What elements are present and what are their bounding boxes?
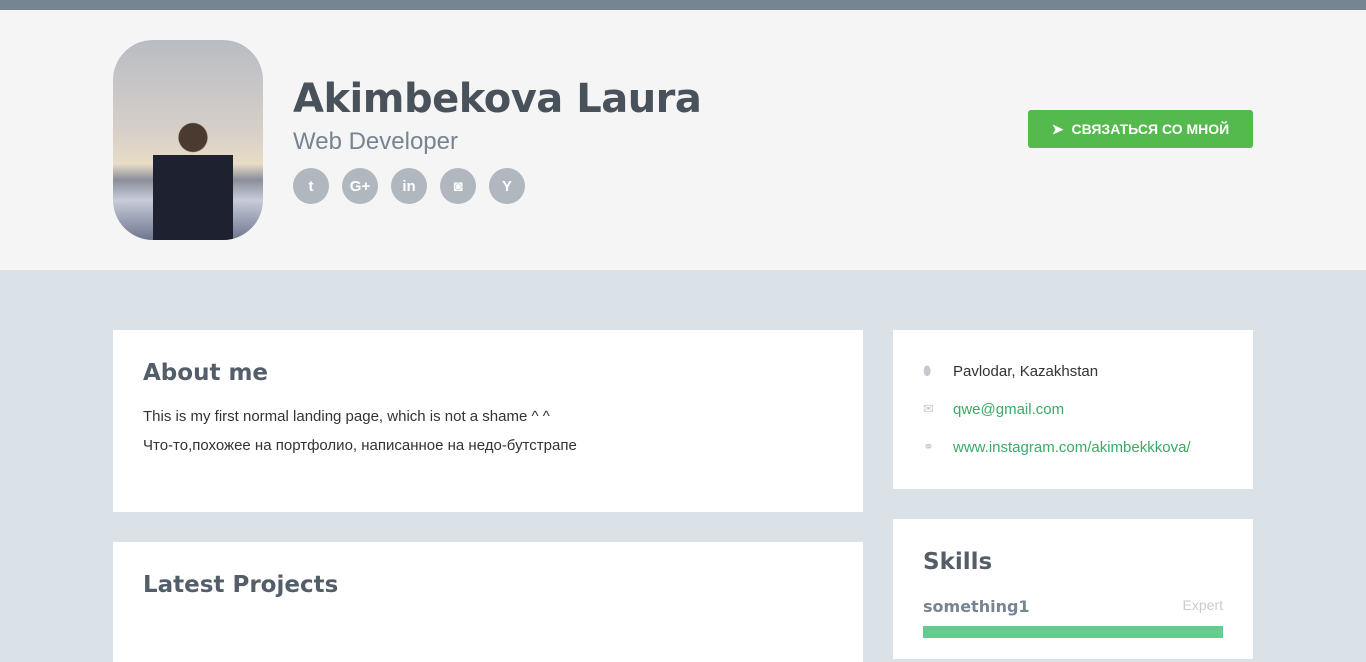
link-icon: ⚭ — [923, 439, 934, 454]
skills-card: Skills something1 Expert — [893, 519, 1253, 659]
about-card: About me This is my first normal landing… — [113, 330, 863, 512]
email-row: ✉ qwe@gmail.com — [923, 390, 1223, 428]
profile-title: Web Developer — [293, 128, 458, 155]
contact-button-label: СВЯЗАТЬСЯ СО МНОЙ — [1071, 121, 1230, 137]
profile-name: Akimbekova Laura — [293, 76, 702, 122]
about-line: Что-то,похожее на портфолио, написанное … — [143, 437, 577, 454]
github-icon[interactable]: ◙ — [440, 168, 476, 204]
skills-heading: Skills — [923, 549, 993, 575]
linkedin-icon[interactable]: in — [391, 168, 427, 204]
social-links: t G+ in ◙ Y — [293, 168, 525, 204]
email-link[interactable]: qwe@gmail.com — [953, 401, 1064, 418]
website-row: ⚭ www.instagram.com/akimbekkkova/ — [923, 428, 1223, 466]
profile-photo — [113, 40, 263, 240]
envelope-icon: ✉ — [923, 401, 934, 416]
info-card: ⬮ Pavlodar, Kazakhstan ✉ qwe@gmail.com ⚭… — [893, 330, 1253, 489]
location-text: Pavlodar, Kazakhstan — [953, 362, 1099, 380]
paper-plane-icon: ➤ — [1051, 120, 1064, 137]
twitter-icon[interactable]: t — [293, 168, 329, 204]
profile-header: Akimbekova Laura Web Developer t G+ in ◙… — [0, 10, 1366, 270]
skill-name: something1 — [923, 597, 1030, 616]
skill-level: Expert — [1182, 597, 1223, 613]
top-bar — [0, 0, 1366, 10]
hacker-news-icon[interactable]: Y — [489, 168, 525, 204]
map-marker-icon: ⬮ — [923, 363, 932, 378]
about-heading: About me — [143, 360, 269, 386]
projects-card: Latest Projects — [113, 542, 863, 662]
location-row: ⬮ Pavlodar, Kazakhstan — [923, 352, 1223, 390]
contact-button[interactable]: ➤ СВЯЗАТЬСЯ СО МНОЙ — [1028, 110, 1253, 148]
google-plus-icon[interactable]: G+ — [342, 168, 378, 204]
skill-progress-bar — [923, 626, 1223, 638]
projects-heading: Latest Projects — [143, 572, 339, 598]
about-line: This is my first normal landing page, wh… — [143, 408, 550, 425]
skill-item: something1 Expert — [923, 597, 1223, 616]
skill-progress-fill — [923, 626, 1223, 638]
website-link[interactable]: www.instagram.com/akimbekkkova/ — [953, 439, 1191, 456]
